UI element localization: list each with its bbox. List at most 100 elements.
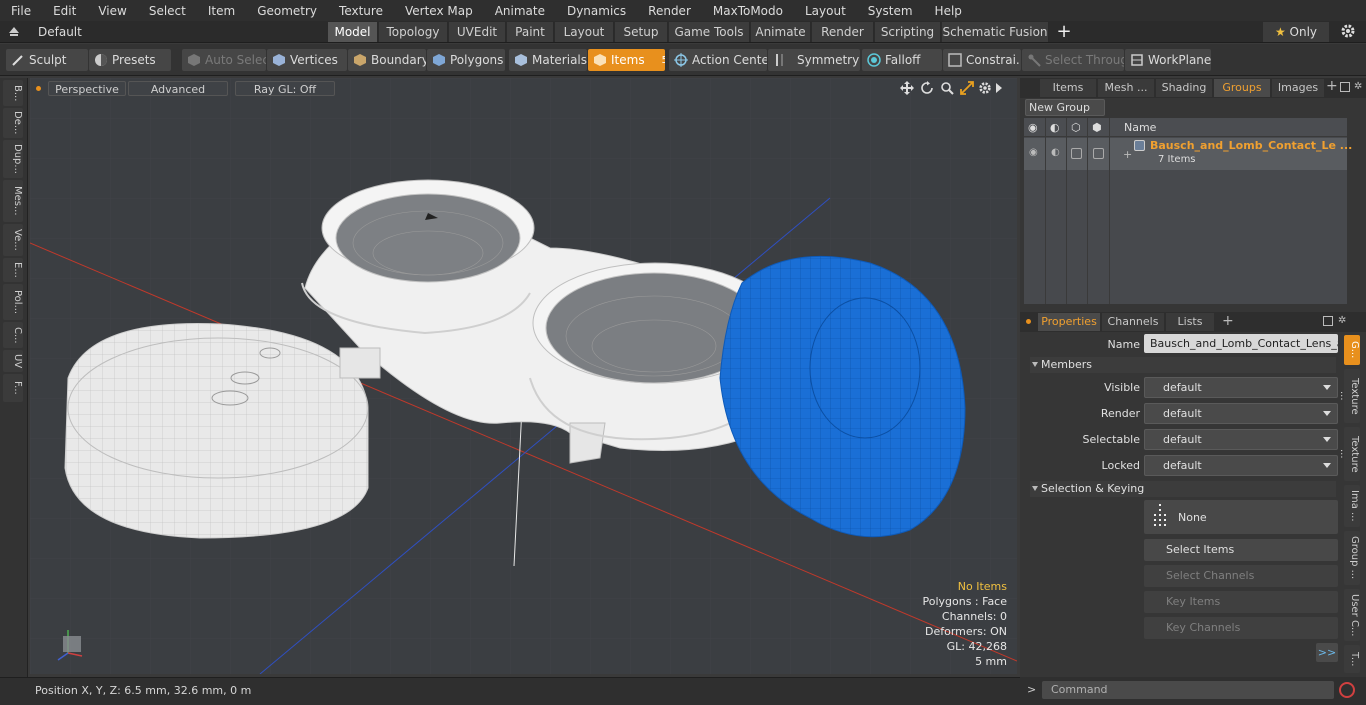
- add-tab-icon[interactable]: +: [1054, 22, 1074, 42]
- left-tab-pol[interactable]: Pol...: [3, 284, 23, 320]
- tab-scripting[interactable]: Scripting: [875, 22, 941, 42]
- tab-layout[interactable]: Layout: [555, 22, 614, 42]
- name-input[interactable]: Bausch_and_Lomb_Contact_Lens_and: [1144, 334, 1338, 353]
- materials-button[interactable]: Materials: [509, 49, 587, 71]
- lock-column-icon[interactable]: ⬡: [1071, 121, 1081, 134]
- side-tab-ima[interactable]: Ima ...: [1344, 485, 1360, 527]
- play-arrow-icon[interactable]: [996, 83, 1002, 93]
- more-button[interactable]: >>: [1316, 643, 1338, 662]
- left-tab-mes[interactable]: Mes...: [3, 180, 23, 222]
- expand-properties-icon[interactable]: [1323, 316, 1333, 326]
- tab-properties[interactable]: Properties: [1038, 313, 1100, 331]
- menu-file[interactable]: File: [0, 4, 42, 18]
- viewport-settings-icon[interactable]: [978, 81, 992, 95]
- menu-system[interactable]: System: [857, 4, 924, 18]
- tab-setup[interactable]: Setup: [615, 22, 668, 42]
- side-tab-t[interactable]: T...: [1344, 645, 1360, 673]
- members-section[interactable]: Members: [1030, 357, 1336, 373]
- left-tab-de[interactable]: De...: [3, 108, 23, 138]
- vertices-button[interactable]: Vertices 1: [267, 49, 347, 71]
- record-icon[interactable]: [1339, 682, 1355, 698]
- tab-groups[interactable]: Groups: [1214, 79, 1270, 97]
- rotate-view-icon[interactable]: [920, 81, 934, 95]
- row-select-checkbox[interactable]: [1093, 148, 1104, 159]
- tab-topology[interactable]: Topology: [379, 22, 448, 42]
- tab-schematic-fusion[interactable]: Schematic Fusion: [942, 22, 1049, 42]
- left-tab-ve[interactable]: Ve...: [3, 224, 23, 256]
- menu-vertex-map[interactable]: Vertex Map: [394, 4, 484, 18]
- expand-panel-icon[interactable]: [1340, 82, 1350, 92]
- workplane-button[interactable]: WorkPlane: [1125, 49, 1211, 71]
- left-tab-f[interactable]: F...: [3, 374, 23, 402]
- tab-model[interactable]: Model: [328, 22, 378, 42]
- sculpt-button[interactable]: Sculpt: [6, 49, 88, 71]
- layout-up-icon[interactable]: [8, 25, 20, 37]
- tab-paint[interactable]: Paint: [507, 22, 554, 42]
- selectable-dropdown[interactable]: default: [1144, 429, 1338, 450]
- side-tab-g[interactable]: G...: [1344, 335, 1360, 365]
- row-render-icon[interactable]: ◐: [1051, 147, 1060, 158]
- visible-dropdown[interactable]: default: [1144, 377, 1338, 398]
- menu-geometry[interactable]: Geometry: [246, 4, 328, 18]
- menu-dynamics[interactable]: Dynamics: [556, 4, 637, 18]
- group-row[interactable]: ◉ ◐ + Bausch_and_Lomb_Contact_Le ... 7 I…: [1024, 138, 1352, 170]
- tab-game-tools[interactable]: Game Tools: [669, 22, 750, 42]
- left-tab-uv[interactable]: UV: [3, 350, 23, 372]
- side-tab-group[interactable]: Group ...: [1344, 531, 1360, 585]
- only-button[interactable]: ★ Only: [1263, 22, 1329, 42]
- panel-settings-icon[interactable]: ✲: [1354, 81, 1362, 92]
- add-properties-tab-icon[interactable]: +: [1222, 313, 1234, 329]
- menu-edit[interactable]: Edit: [42, 4, 87, 18]
- none-button[interactable]: None: [1144, 500, 1338, 534]
- menu-view[interactable]: View: [87, 4, 137, 18]
- key-channels-button[interactable]: Key Channels: [1144, 617, 1338, 639]
- move-view-icon[interactable]: [900, 81, 914, 95]
- tab-mesh[interactable]: Mesh ...: [1098, 79, 1154, 97]
- constraints-button[interactable]: Constrai...: [943, 49, 1021, 71]
- properties-settings-icon[interactable]: ✲: [1338, 315, 1346, 326]
- auto-select-button[interactable]: Auto Select: [182, 49, 266, 71]
- tab-shading[interactable]: Shading: [1156, 79, 1212, 97]
- boundary-button[interactable]: Boundary: [348, 49, 426, 71]
- perspective-button[interactable]: Perspective: [48, 81, 126, 96]
- select-through-button[interactable]: Select Through: [1022, 49, 1124, 71]
- locked-dropdown[interactable]: default: [1144, 455, 1338, 476]
- raygl-button[interactable]: Ray GL: Off: [235, 81, 335, 96]
- menu-item[interactable]: Item: [197, 4, 246, 18]
- tab-lists[interactable]: Lists: [1166, 313, 1214, 331]
- advanced-button[interactable]: Advanced: [128, 81, 228, 96]
- tab-uvedit[interactable]: UVEdit: [449, 22, 506, 42]
- gear-icon[interactable]: [1340, 23, 1356, 39]
- row-lock-checkbox[interactable]: [1071, 148, 1082, 159]
- new-group-button[interactable]: New Group: [1025, 99, 1105, 116]
- menu-texture[interactable]: Texture: [328, 4, 394, 18]
- add-panel-tab-icon[interactable]: +: [1326, 78, 1338, 94]
- select-channels-button[interactable]: Select Channels: [1144, 565, 1338, 587]
- menu-animate[interactable]: Animate: [484, 4, 556, 18]
- menu-select[interactable]: Select: [138, 4, 197, 18]
- left-tab-dup[interactable]: Dup...: [3, 140, 23, 178]
- side-tab-texture-2[interactable]: Texture ...: [1338, 427, 1360, 481]
- tab-items[interactable]: Items: [1040, 79, 1096, 97]
- select-items-button[interactable]: Select Items: [1144, 539, 1338, 561]
- render-column-icon[interactable]: ◐: [1050, 121, 1060, 134]
- maximize-view-icon[interactable]: [960, 81, 974, 95]
- left-tab-e[interactable]: E...: [3, 258, 23, 282]
- menu-render[interactable]: Render: [637, 4, 702, 18]
- 3d-viewport[interactable]: No Items Polygons : Face Channels: 0 Def…: [30, 78, 1017, 674]
- side-tab-texture-1[interactable]: Texture ...: [1338, 369, 1360, 423]
- expand-plus-icon[interactable]: +: [1123, 148, 1132, 161]
- render-dropdown[interactable]: default: [1144, 403, 1338, 424]
- side-tab-user[interactable]: User C...: [1344, 589, 1360, 641]
- default-layouts-dropdown[interactable]: Default Layouts: [30, 22, 130, 59]
- select-column-icon[interactable]: ⬢: [1092, 121, 1102, 134]
- tab-render[interactable]: Render: [812, 22, 874, 42]
- tab-animate[interactable]: Animate: [751, 22, 811, 42]
- left-tab-b[interactable]: B...: [3, 80, 23, 106]
- falloff-button[interactable]: Falloff: [862, 49, 942, 71]
- left-tab-c[interactable]: C...: [3, 322, 23, 348]
- tab-images[interactable]: Images: [1272, 79, 1324, 97]
- eye-column-icon[interactable]: ◉: [1028, 121, 1038, 134]
- action-center-button[interactable]: Action Center: [669, 49, 767, 71]
- polygons-button[interactable]: Polygons: [427, 49, 505, 71]
